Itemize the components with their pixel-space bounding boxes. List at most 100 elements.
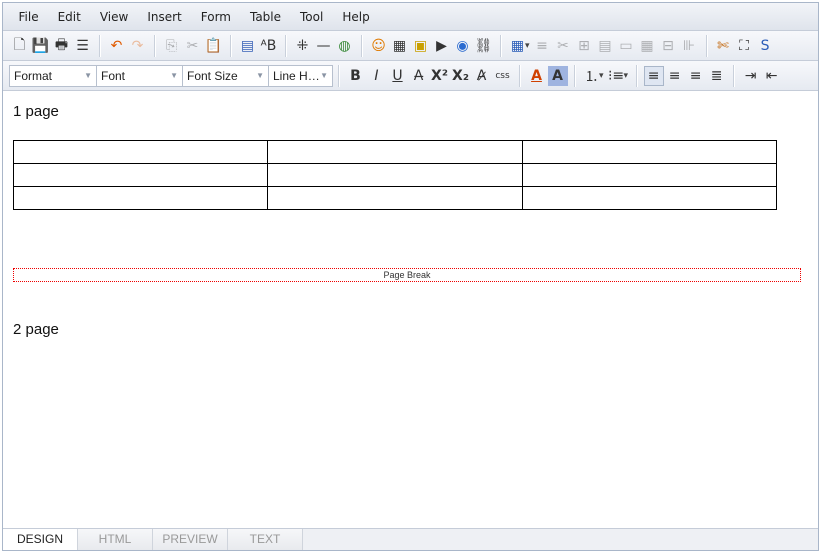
new-document-icon[interactable]: 🗋 [10, 36, 30, 56]
background-icon[interactable]: ▦ [390, 36, 410, 56]
editor-content[interactable]: 1 page Page Break 2 page [3, 93, 818, 528]
select-label: Font [101, 68, 126, 83]
table-cell[interactable] [267, 186, 523, 210]
toolbar-separator [154, 34, 155, 57]
bold-icon[interactable]: B [346, 66, 366, 86]
table-row [12, 140, 778, 164]
toolbar-separator [705, 34, 707, 57]
toolbar-separator [285, 34, 286, 57]
select-label: Format [14, 68, 53, 83]
page-1-text: 1 page [13, 103, 59, 120]
table-cell[interactable] [521, 186, 778, 210]
align-center-icon[interactable]: ≡ [665, 66, 685, 86]
split-cols-icon[interactable]: ⊪ [679, 36, 699, 56]
menu-bar: File Edit View Insert Form Table Tool Help [3, 3, 818, 31]
paste-icon[interactable]: 📋 [204, 36, 224, 56]
toolbar-separator [500, 34, 501, 57]
chevron-down-icon: ▼ [320, 71, 328, 80]
table-cell[interactable] [12, 186, 269, 210]
superscript-icon[interactable]: X² [430, 66, 450, 86]
image-icon[interactable]: ▣ [411, 36, 431, 56]
table-cell[interactable] [267, 140, 523, 164]
menu-insert[interactable]: Insert [138, 10, 191, 24]
tab-design[interactable]: DESIGN [3, 529, 78, 550]
menu-table[interactable]: Table [240, 10, 290, 24]
page-break-icon[interactable]: ☰ [73, 36, 93, 56]
table-row [12, 186, 778, 210]
source-icon[interactable]: S [755, 36, 775, 56]
subscript-icon[interactable]: X₂ [451, 66, 471, 86]
horizontal-rule-icon[interactable]: — [314, 36, 334, 56]
table-row [12, 163, 778, 187]
undo-icon[interactable]: ↶ [107, 36, 127, 56]
ordered-list-dropdown-icon[interactable]: ▾ [599, 71, 604, 81]
unordered-list-dropdown-icon[interactable]: ▾ [624, 71, 629, 81]
text-box-icon[interactable]: ▤ [238, 36, 258, 56]
delete-row-icon[interactable]: ✂ [553, 36, 573, 56]
special-char-icon[interactable]: ⁜ [293, 36, 313, 56]
chevron-down-icon: ▼ [84, 71, 92, 80]
line-h-select[interactable]: Line H… ▼ [268, 64, 333, 87]
strikethrough-icon[interactable]: A̶ [409, 66, 429, 86]
hyperlink-icon[interactable]: ⛓ [474, 36, 494, 56]
menu-tool[interactable]: Tool [291, 10, 333, 24]
menu-edit[interactable]: Edit [48, 10, 90, 24]
tab-html[interactable]: HTML [78, 529, 153, 550]
cut-icon[interactable]: ✂ [183, 36, 203, 56]
formatselect[interactable]: Format ▼ [9, 64, 97, 87]
fullscreen-icon[interactable]: ⛶ [734, 36, 754, 56]
css-style-icon[interactable]: css [493, 66, 513, 86]
spell-check-icon[interactable]: ᴬB [259, 36, 279, 56]
chevron-down-icon: ▼ [256, 71, 264, 80]
select-label: Line H… [273, 68, 320, 83]
merge-cells-icon[interactable]: ⊞ [574, 36, 594, 56]
insert-row-icon[interactable]: ≡ [532, 36, 552, 56]
table-cell[interactable] [12, 163, 269, 187]
tab-preview[interactable]: PREVIEW [153, 529, 228, 550]
toolbar-separator [99, 34, 100, 57]
clear-format-icon[interactable]: A̷ [472, 66, 492, 86]
toolbar-separator [574, 64, 575, 87]
toolbar-separator [230, 34, 231, 57]
font-sizeselect[interactable]: Font Size ▼ [182, 64, 269, 87]
outdent-icon[interactable]: ⇤ [762, 66, 782, 86]
table-cell[interactable] [521, 140, 778, 164]
align-left-icon[interactable]: ≡ [643, 65, 664, 86]
media-icon[interactable]: ▶ [432, 36, 452, 56]
background-color-icon[interactable]: A [547, 65, 568, 86]
page-break-marker: Page Break [13, 268, 801, 282]
menu-form[interactable]: Form [191, 10, 240, 24]
menu-file[interactable]: File [9, 10, 48, 24]
cell-props-icon[interactable]: ▤ [595, 36, 615, 56]
align-justify-icon[interactable]: ≣ [707, 66, 727, 86]
page-2-text: 2 page [13, 321, 59, 338]
indent-icon[interactable]: ⇥ [741, 66, 761, 86]
tools-icon[interactable]: ✄ [713, 36, 733, 56]
toolbar-separator [361, 34, 362, 57]
copy-icon[interactable]: ⎘ [162, 36, 182, 56]
fontselect[interactable]: Font ▼ [96, 64, 183, 87]
print-icon[interactable]: 🖶 [52, 36, 72, 56]
table-cell[interactable] [267, 163, 523, 187]
tab-text[interactable]: TEXT [228, 529, 303, 550]
content-table[interactable] [12, 140, 778, 210]
split-rows-icon[interactable]: ⊟ [658, 36, 678, 56]
italic-icon[interactable]: I [367, 66, 387, 86]
toolbar-separator [338, 64, 339, 87]
redo-icon[interactable]: ↷ [128, 36, 148, 56]
menu-view[interactable]: View [90, 10, 137, 24]
emoticon-icon[interactable]: ☺ [369, 36, 389, 56]
align-right-icon[interactable]: ≡ [686, 66, 706, 86]
table-cell[interactable] [521, 163, 778, 187]
toolbar-main: 🗋 💾 🖶 ☰ ↶ ↷ ⎘ ✂ 📋 ▤ ᴬB ⁜ — ◍ ☺ ▦ ▣ ▶ ◉ ⛓ ▦ ▾ ≡ ✂ ⊞ ▤ ▭ ▦ ⊟ ⊪ ✄ ⛶ S [3, 31, 818, 61]
table-dropdown-icon[interactable]: ▾ [525, 41, 530, 51]
flash-icon[interactable]: ◉ [453, 36, 473, 56]
underline-icon[interactable]: U [388, 66, 408, 86]
save-icon[interactable]: 💾 [31, 36, 51, 56]
link-globe-icon[interactable]: ◍ [335, 36, 355, 56]
split-cell-icon[interactable]: ▦ [637, 36, 657, 56]
menu-help[interactable]: Help [333, 10, 379, 24]
table-cell[interactable] [12, 140, 269, 164]
table-props-icon[interactable]: ▭ [616, 36, 636, 56]
font-color-icon[interactable]: A [527, 66, 547, 86]
